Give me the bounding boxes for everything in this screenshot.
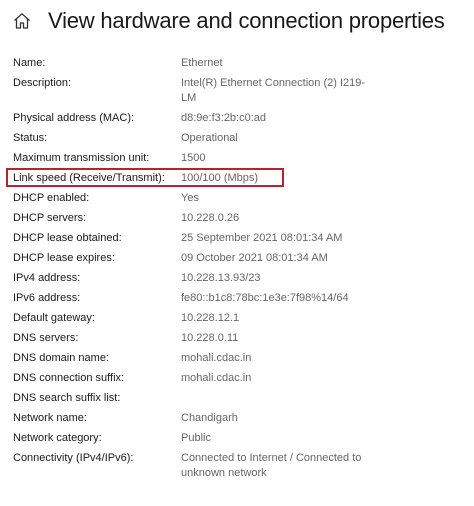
- property-label: Maximum transmission unit:: [13, 152, 150, 164]
- property-value[interactable]: Connected to Internet / Connected to unk…: [181, 451, 381, 481]
- property-value[interactable]: 10.228.0.11: [181, 331, 381, 346]
- property-label: DNS search suffix list:: [13, 392, 121, 404]
- property-value[interactable]: 1500: [181, 151, 381, 166]
- property-value[interactable]: Operational: [181, 131, 381, 146]
- property-value[interactable]: Chandigarh: [181, 411, 381, 426]
- property-row-connectivity: Connectivity (IPv4/IPv6): Connected to I…: [13, 451, 468, 486]
- property-row-dns-servers: DNS servers: 10.228.0.11: [13, 331, 468, 351]
- property-label: IPv4 address:: [13, 272, 81, 284]
- property-row-dns-domain: DNS domain name: mohali.cdac.in: [13, 351, 468, 371]
- property-row-description: Description: Intel(R) Ethernet Connectio…: [13, 76, 468, 111]
- property-row-link-speed: Link speed (Receive/Transmit): 100/100 (…: [13, 171, 468, 191]
- property-row-dhcp-servers: DHCP servers: 10.228.0.26: [13, 211, 468, 231]
- property-label: Status:: [13, 132, 48, 144]
- property-label: IPv6 address:: [13, 292, 81, 304]
- property-value[interactable]: d8:9e:f3:2b:c0:ad: [181, 111, 381, 126]
- property-row-dhcp-enabled: DHCP enabled: Yes: [13, 191, 468, 211]
- property-value[interactable]: Ethernet: [181, 56, 381, 71]
- property-label: Description:: [13, 77, 72, 89]
- property-label: Link speed (Receive/Transmit):: [13, 172, 165, 184]
- property-row-mac: Physical address (MAC): d8:9e:f3:2b:c0:a…: [13, 111, 468, 131]
- property-row-dhcp-lease-expires: DHCP lease expires: 09 October 2021 08:0…: [13, 251, 468, 271]
- property-value[interactable]: Intel(R) Ethernet Connection (2) I219-LM: [181, 76, 371, 106]
- property-value[interactable]: 100/100 (Mbps): [181, 171, 381, 186]
- property-label: Network name:: [13, 412, 87, 424]
- property-row-network-category: Network category: Public: [13, 431, 468, 451]
- property-row-dns-search-suffix: DNS search suffix list:: [13, 391, 468, 411]
- property-label: Physical address (MAC):: [13, 112, 135, 124]
- property-row-default-gateway: Default gateway: 10.228.12.1: [13, 311, 468, 331]
- page-title: View hardware and connection properties: [48, 8, 445, 33]
- home-icon[interactable]: [12, 11, 32, 31]
- property-label: Connectivity (IPv4/IPv6):: [13, 452, 134, 464]
- property-row-ipv4: IPv4 address: 10.228.13.93/23: [13, 271, 468, 291]
- property-label: DNS domain name:: [13, 352, 109, 364]
- property-row-dns-suffix: DNS connection suffix: mohali.cdac.in: [13, 371, 468, 391]
- property-value[interactable]: 10.228.0.26: [181, 211, 381, 226]
- property-row-dhcp-lease-obtained: DHCP lease obtained: 25 September 2021 0…: [13, 231, 468, 251]
- property-value[interactable]: Public: [181, 431, 381, 446]
- property-row-network-name: Network name: Chandigarh: [13, 411, 468, 431]
- property-value[interactable]: 10.228.12.1: [181, 311, 381, 326]
- property-label: DHCP lease obtained:: [13, 232, 122, 244]
- property-value[interactable]: 09 October 2021 08:01:34 AM: [181, 251, 381, 266]
- property-label: Network category:: [13, 432, 102, 444]
- property-label: DHCP enabled:: [13, 192, 90, 204]
- page-header: View hardware and connection properties: [12, 6, 445, 36]
- property-value[interactable]: Yes: [181, 191, 381, 206]
- property-value[interactable]: fe80::b1c8:78bc:1e3e:7f98%14/64: [181, 291, 441, 306]
- property-label: Default gateway:: [13, 312, 95, 324]
- property-label: DHCP servers:: [13, 212, 87, 224]
- property-value[interactable]: mohali.cdac.in: [181, 351, 381, 366]
- property-label: Name:: [13, 57, 46, 69]
- property-row-name: Name: Ethernet: [13, 56, 468, 76]
- property-value[interactable]: mohali.cdac.in: [181, 371, 381, 386]
- properties-list: Name: Ethernet Description: Intel(R) Eth…: [13, 56, 468, 486]
- property-row-mtu: Maximum transmission unit: 1500: [13, 151, 468, 171]
- property-row-ipv6: IPv6 address: fe80::b1c8:78bc:1e3e:7f98%…: [13, 291, 468, 311]
- property-value[interactable]: 10.228.13.93/23: [181, 271, 381, 286]
- property-label: DHCP lease expires:: [13, 252, 115, 264]
- property-label: DNS connection suffix:: [13, 372, 125, 384]
- property-row-status: Status: Operational: [13, 131, 468, 151]
- property-label: DNS servers:: [13, 332, 79, 344]
- property-value[interactable]: 25 September 2021 08:01:34 AM: [181, 231, 381, 246]
